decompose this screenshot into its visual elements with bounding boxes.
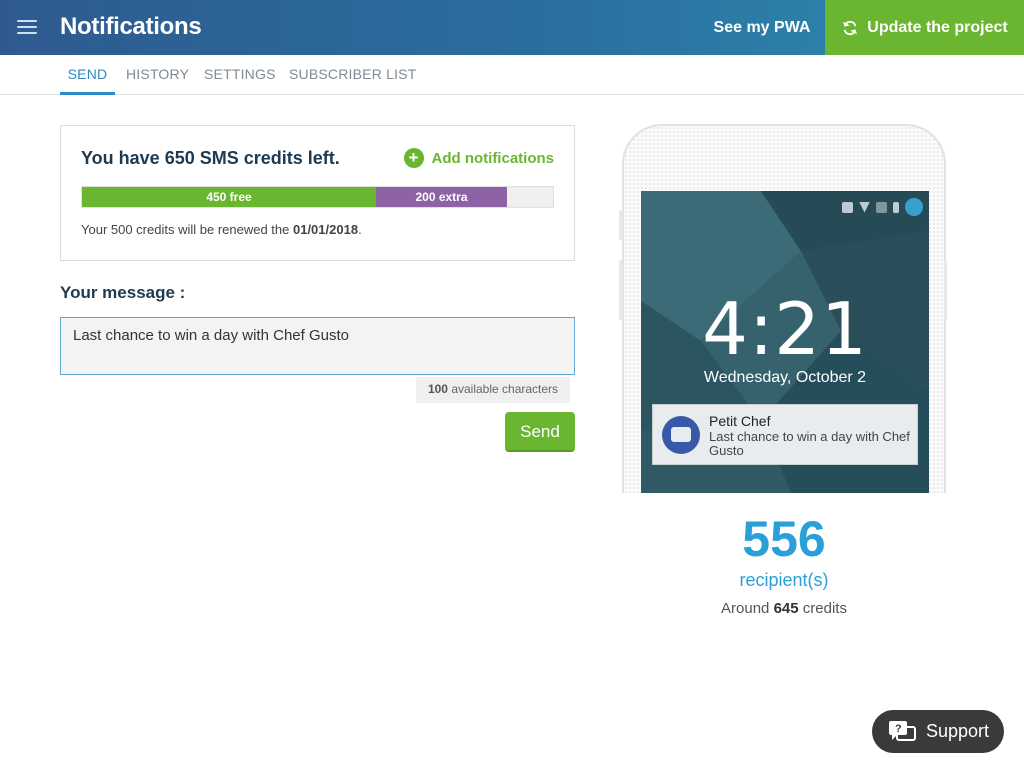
phone-lock-screen: 4:21 Wednesday, October 2 Petit Chef Las… [641, 191, 929, 493]
notification-text: Last chance to win a day with Chef Gusto [709, 429, 910, 458]
available-characters: 100 available characters [416, 377, 570, 403]
phone-side-button [944, 260, 947, 320]
credits-estimate-prefix: Around [721, 600, 774, 617]
recipients-count: 556 [742, 511, 826, 567]
renewal-text: Your 500 credits will be renewed the [81, 222, 293, 237]
add-notifications-label: Add notifications [431, 149, 555, 167]
wifi-icon [859, 201, 870, 213]
battery-icon [893, 201, 899, 213]
message-label: Your message : [60, 283, 186, 302]
credits-extra-segment: 200 extra [376, 187, 507, 207]
support-button[interactable]: ? Support [872, 710, 1004, 753]
renewal-date: 01/01/2018 [292, 222, 359, 237]
chars-count: 100 [427, 382, 448, 396]
plus-circle-icon: + [403, 148, 424, 168]
phone-side-button [619, 210, 622, 240]
tab-subscriber-list[interactable]: SUBSCRIBER LIST [289, 55, 416, 95]
credits-title: You have 650 SMS credits left. [81, 148, 340, 168]
notification-app-name: Petit Chef [709, 413, 771, 429]
tab-bar: SEND HISTORY SETTINGS SUBSCRIBER LIST [0, 55, 1024, 95]
update-project-label: Update the project [867, 18, 1008, 36]
add-notifications-button[interactable]: + Add notifications [403, 148, 555, 168]
lock-screen-date: Wednesday, October 2 [703, 369, 867, 386]
chars-text: available characters [447, 382, 559, 396]
no-signal-icon [876, 201, 887, 213]
refresh-icon [843, 20, 858, 35]
page-title: Notifications [60, 13, 202, 40]
see-pwa-button[interactable]: See my PWA [700, 0, 824, 55]
send-button[interactable]: Send [505, 412, 575, 452]
svg-text:?: ? [895, 723, 902, 735]
credits-bar: 450 free 200 extra [81, 186, 554, 208]
status-bar [842, 198, 923, 216]
tab-send[interactable]: SEND [60, 55, 115, 95]
message-input[interactable]: Last chance to win a day with Chef Gusto [60, 317, 575, 375]
account-icon [905, 198, 923, 216]
vibrate-icon [842, 201, 853, 213]
support-icon: ? [889, 720, 916, 741]
recipients-label: recipient(s) [739, 570, 829, 590]
update-project-button[interactable]: Update the project [825, 0, 1024, 55]
phone-side-button [619, 260, 622, 320]
credits-estimate-value: 645 [773, 600, 799, 617]
lock-screen-time: 4:21 [702, 287, 868, 371]
renewal-info: Your 500 credits will be renewed the 01/… [81, 222, 362, 237]
message-icon [662, 416, 700, 454]
credits-card: You have 650 SMS credits left. + Add not… [60, 125, 575, 261]
support-label: Support [926, 721, 990, 741]
credits-free-segment: 450 free [82, 187, 376, 207]
notification-card: Petit Chef Last chance to win a day with… [652, 404, 918, 465]
tab-history[interactable]: HISTORY [126, 55, 189, 95]
menu-icon[interactable] [17, 20, 37, 36]
renewal-suffix: . [358, 222, 362, 237]
app-header: Notifications See my PWA Update the proj… [0, 0, 1024, 55]
credits-estimate-suffix: credits [798, 600, 847, 617]
credits-estimate: Around 645 credits [622, 600, 946, 617]
tab-settings[interactable]: SETTINGS [204, 55, 276, 95]
